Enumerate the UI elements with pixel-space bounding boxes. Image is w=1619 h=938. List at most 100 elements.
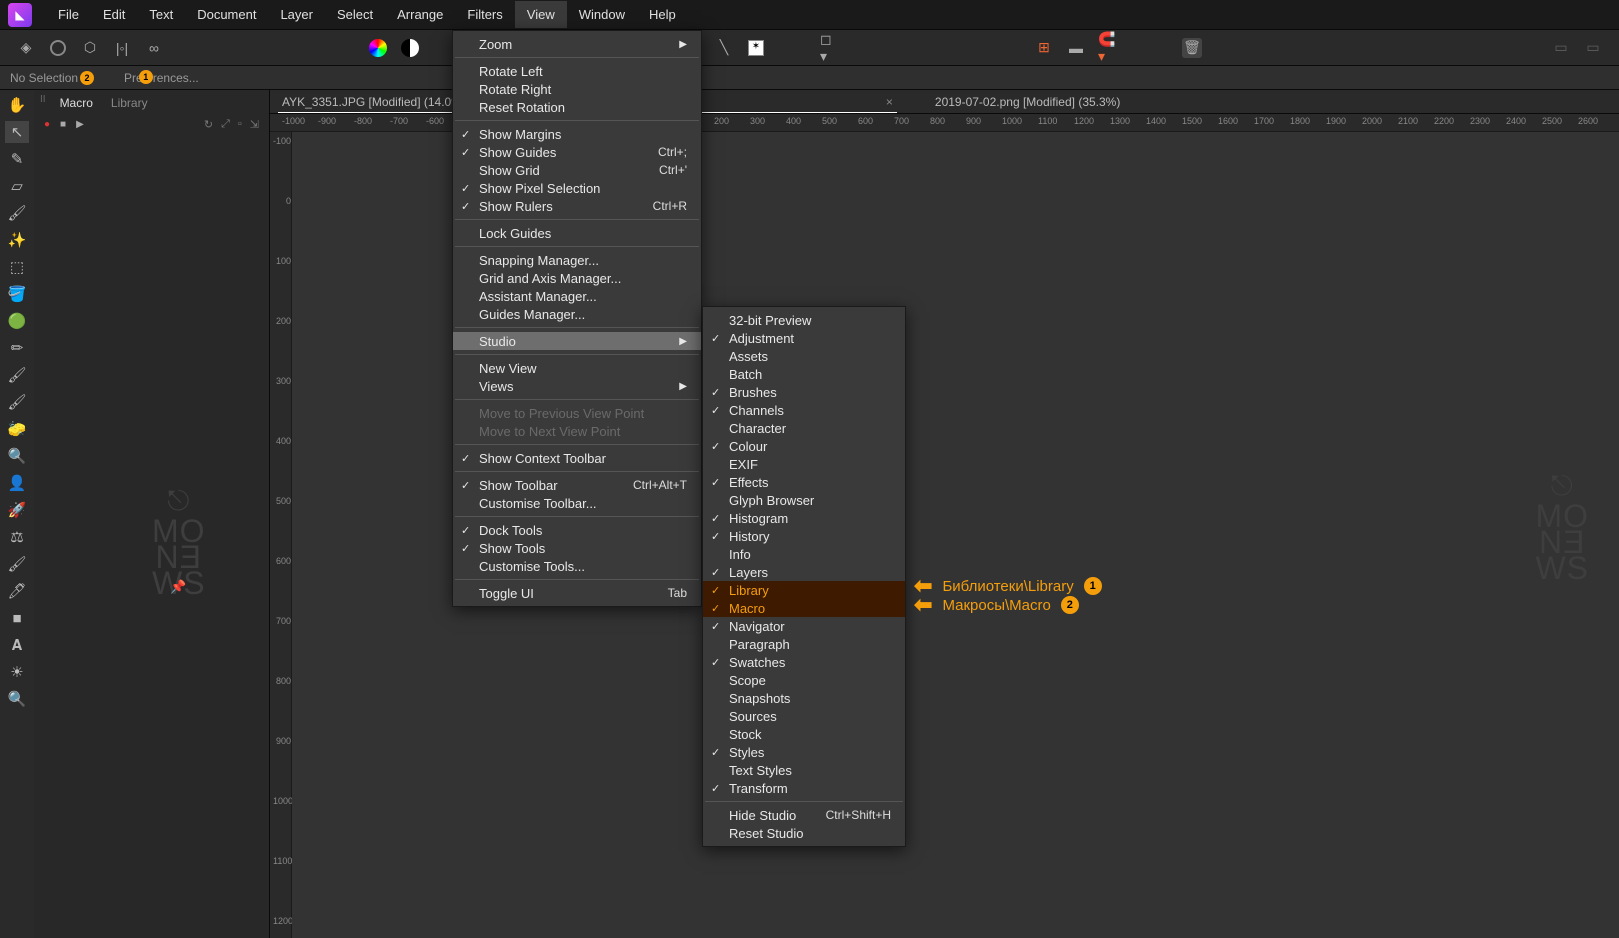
persona-liquify-icon[interactable] bbox=[48, 38, 68, 58]
menuitem-reset-rotation[interactable]: Reset Rotation bbox=[453, 98, 701, 116]
tool-13[interactable]: 🔍 bbox=[5, 445, 29, 467]
stop-button[interactable]: ■ bbox=[60, 119, 66, 130]
import-macro-icon[interactable]: ⇲ bbox=[250, 118, 259, 131]
menuitem-32-bit-preview[interactable]: 32-bit Preview bbox=[703, 311, 905, 329]
tool-18[interactable]: 🖊 bbox=[5, 580, 29, 602]
menuitem-show-context-toolbar[interactable]: ✓Show Context Toolbar bbox=[453, 449, 701, 467]
menu-edit[interactable]: Edit bbox=[91, 1, 137, 28]
menuitem-scope[interactable]: Scope bbox=[703, 671, 905, 689]
menuitem-new-view[interactable]: New View bbox=[453, 359, 701, 377]
persona-export-icon[interactable]: ∞ bbox=[144, 38, 164, 58]
menu-arrange[interactable]: Arrange bbox=[385, 1, 455, 28]
menuitem-history[interactable]: ✓History bbox=[703, 527, 905, 545]
diag-line-icon[interactable]: ╲ bbox=[714, 38, 734, 58]
menuitem-show-rulers[interactable]: ✓Show RulersCtrl+R bbox=[453, 197, 701, 215]
menuitem-reset-studio[interactable]: Reset Studio bbox=[703, 824, 905, 842]
menuitem-macro[interactable]: ✓Macro bbox=[703, 599, 905, 617]
menuitem-dock-tools[interactable]: ✓Dock Tools bbox=[453, 521, 701, 539]
menuitem-show-pixel-selection[interactable]: ✓Show Pixel Selection bbox=[453, 179, 701, 197]
menuitem-customise-toolbar-[interactable]: Customise Toolbar... bbox=[453, 494, 701, 512]
menuitem-sources[interactable]: Sources bbox=[703, 707, 905, 725]
menuitem-styles[interactable]: ✓Styles bbox=[703, 743, 905, 761]
tool-6[interactable]: ⬚ bbox=[5, 256, 29, 278]
menu-filters[interactable]: Filters bbox=[455, 1, 514, 28]
menuitem-transform[interactable]: ✓Transform bbox=[703, 779, 905, 797]
tool-16[interactable]: ⚖ bbox=[5, 526, 29, 548]
tool-12[interactable]: 🧽 bbox=[5, 418, 29, 440]
menuitem-show-grid[interactable]: Show GridCtrl+' bbox=[453, 161, 701, 179]
menuitem-info[interactable]: Info bbox=[703, 545, 905, 563]
menuitem-show-tools[interactable]: ✓Show Tools bbox=[453, 539, 701, 557]
tool-7[interactable]: 🪣 bbox=[5, 283, 29, 305]
menuitem-glyph-browser[interactable]: Glyph Browser bbox=[703, 491, 905, 509]
color-wheel-icon[interactable] bbox=[368, 38, 388, 58]
menuitem-navigator[interactable]: ✓Navigator bbox=[703, 617, 905, 635]
menuitem-assistant-manager-[interactable]: Assistant Manager... bbox=[453, 287, 701, 305]
tab-macro[interactable]: Macro bbox=[56, 94, 97, 112]
tool-8[interactable]: 🟢 bbox=[5, 310, 29, 332]
menuitem-text-styles[interactable]: Text Styles bbox=[703, 761, 905, 779]
menuitem-toggle-ui[interactable]: Toggle UITab bbox=[453, 584, 701, 602]
tool-10[interactable]: 🖌 bbox=[5, 364, 29, 386]
menu-select[interactable]: Select bbox=[325, 1, 385, 28]
tool-20[interactable]: 𝐀 bbox=[5, 634, 29, 656]
menu-text[interactable]: Text bbox=[137, 1, 185, 28]
tool-3[interactable]: ▱ bbox=[5, 175, 29, 197]
menuitem-stock[interactable]: Stock bbox=[703, 725, 905, 743]
tool-22[interactable]: 🔍 bbox=[5, 688, 29, 710]
doc-tab-2[interactable]: 2019-07-02.png [Modified] (35.3%) bbox=[923, 91, 1132, 113]
arrange-back-icon[interactable]: ▭ bbox=[1551, 38, 1571, 58]
quick-mask-icon[interactable]: ◻ ▾ bbox=[820, 38, 840, 58]
pin-panel-icon[interactable]: 📌 bbox=[170, 579, 186, 595]
tool-15[interactable]: 🚀 bbox=[5, 499, 29, 521]
menuitem-studio[interactable]: Studio▶ bbox=[453, 332, 701, 350]
grid-snap-icon[interactable]: ⊞ bbox=[1034, 38, 1054, 58]
tool-1[interactable]: ↖ bbox=[5, 121, 29, 143]
menu-view[interactable]: View bbox=[515, 1, 567, 28]
trash-icon[interactable]: 🗑 bbox=[1182, 38, 1202, 58]
tool-21[interactable]: ☀ bbox=[5, 661, 29, 683]
bw-adjust-icon[interactable] bbox=[400, 38, 420, 58]
tool-9[interactable]: ✏ bbox=[5, 337, 29, 359]
menuitem-histogram[interactable]: ✓Histogram bbox=[703, 509, 905, 527]
menu-layer[interactable]: Layer bbox=[268, 1, 325, 28]
menuitem-snapshots[interactable]: Snapshots bbox=[703, 689, 905, 707]
menuitem-assets[interactable]: Assets bbox=[703, 347, 905, 365]
persona-develop-icon[interactable]: ⬡ bbox=[80, 38, 100, 58]
menuitem-adjustment[interactable]: ✓Adjustment bbox=[703, 329, 905, 347]
play-button[interactable]: ▶ bbox=[76, 119, 84, 130]
menu-file[interactable]: File bbox=[46, 1, 91, 28]
align-icon[interactable]: ▬ bbox=[1066, 38, 1086, 58]
preferences-link[interactable]: Preferences... bbox=[124, 71, 199, 85]
menuitem-channels[interactable]: ✓Channels bbox=[703, 401, 905, 419]
close-tab-icon[interactable]: × bbox=[886, 95, 893, 109]
menuitem-character[interactable]: Character bbox=[703, 419, 905, 437]
menuitem-layers[interactable]: ✓Layers bbox=[703, 563, 905, 581]
persona-tone-icon[interactable]: |◦| bbox=[112, 38, 132, 58]
save-macro-icon[interactable]: ▫ bbox=[238, 118, 242, 131]
persona-photo-icon[interactable]: ◈ bbox=[16, 38, 36, 58]
tool-19[interactable]: ■ bbox=[5, 607, 29, 629]
menuitem-rotate-left[interactable]: Rotate Left bbox=[453, 62, 701, 80]
menuitem-effects[interactable]: ✓Effects bbox=[703, 473, 905, 491]
menu-document[interactable]: Document bbox=[185, 1, 268, 28]
menuitem-customise-tools-[interactable]: Customise Tools... bbox=[453, 557, 701, 575]
menuitem-zoom[interactable]: Zoom▶ bbox=[453, 35, 701, 53]
menuitem-hide-studio[interactable]: Hide StudioCtrl+Shift+H bbox=[703, 806, 905, 824]
refresh-icon[interactable]: ↻ bbox=[204, 118, 213, 131]
menuitem-show-margins[interactable]: ✓Show Margins bbox=[453, 125, 701, 143]
tool-14[interactable]: 👤 bbox=[5, 472, 29, 494]
menuitem-swatches[interactable]: ✓Swatches bbox=[703, 653, 905, 671]
assistant-icon[interactable]: ✶ bbox=[746, 38, 766, 58]
arrange-front-icon[interactable]: ▭ bbox=[1583, 38, 1603, 58]
tool-5[interactable]: ✨ bbox=[5, 229, 29, 251]
menuitem-rotate-right[interactable]: Rotate Right bbox=[453, 80, 701, 98]
menuitem-show-guides[interactable]: ✓Show GuidesCtrl+; bbox=[453, 143, 701, 161]
menu-window[interactable]: Window bbox=[567, 1, 637, 28]
menuitem-colour[interactable]: ✓Colour bbox=[703, 437, 905, 455]
menuitem-snapping-manager-[interactable]: Snapping Manager... bbox=[453, 251, 701, 269]
menuitem-guides-manager-[interactable]: Guides Manager... bbox=[453, 305, 701, 323]
tab-library[interactable]: Library bbox=[107, 94, 152, 112]
record-button[interactable]: ● bbox=[44, 119, 50, 130]
menuitem-batch[interactable]: Batch bbox=[703, 365, 905, 383]
